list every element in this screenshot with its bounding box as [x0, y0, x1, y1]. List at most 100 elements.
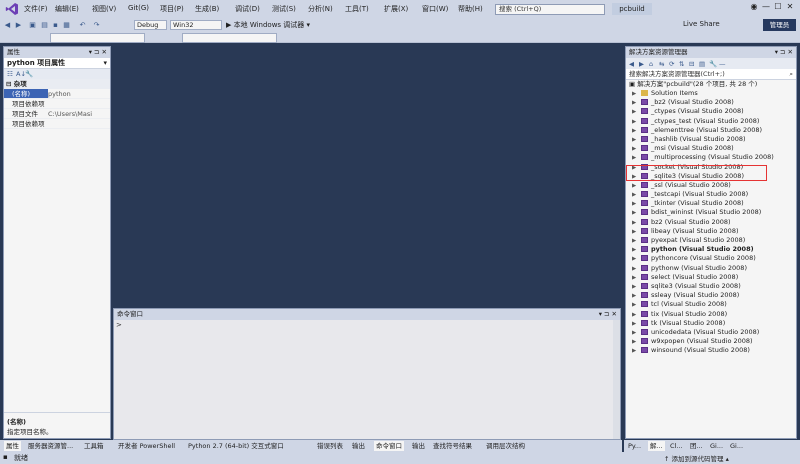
menu-extensions[interactable]: 扩展(X)	[384, 4, 408, 14]
menu-help[interactable]: 帮助(H)	[458, 4, 483, 14]
platform-select[interactable]: Win32	[170, 20, 222, 30]
tree-folder[interactable]: ▶ Solution Items	[626, 89, 796, 98]
back-icon[interactable]: ◀	[3, 21, 12, 30]
expand-arrow-icon[interactable]: ▶	[632, 219, 641, 227]
minimize-icon[interactable]: —	[760, 2, 772, 11]
pane-controls[interactable]: ▾ ⊐ ✕	[775, 47, 793, 58]
preview-icon[interactable]: —	[719, 60, 729, 68]
property-row[interactable]: 项目文件 C:\Users\Masi	[4, 109, 110, 119]
tree-project[interactable]: ▶ tix (Visual Studio 2008)	[626, 310, 796, 319]
back-icon[interactable]: ◀	[629, 60, 639, 68]
tab-git-repo[interactable]: Gi...	[728, 441, 745, 451]
chevron-down-icon[interactable]: ▾	[103, 58, 107, 69]
tab-class-view[interactable]: Cl...	[668, 441, 685, 451]
tab-error-list[interactable]: 错误列表	[315, 441, 345, 451]
sync-icon[interactable]: ⇅	[679, 60, 689, 68]
expand-arrow-icon[interactable]: ▶	[632, 338, 641, 346]
expand-arrow-icon[interactable]: ▶	[632, 329, 641, 337]
expand-arrow-icon[interactable]: ▶	[632, 283, 641, 291]
switch-views-icon[interactable]: ⇆	[659, 60, 669, 68]
expand-arrow-icon[interactable]: ▶	[632, 136, 641, 144]
tab-team[interactable]: 团...	[688, 441, 705, 451]
menu-analyze[interactable]: 分析(N)	[308, 4, 333, 14]
command-input-area[interactable]: >	[114, 320, 620, 439]
property-row[interactable]: 项目依赖项	[4, 119, 110, 129]
expand-arrow-icon[interactable]: ▶	[632, 154, 641, 162]
tree-project[interactable]: ▶ unicodedata (Visual Studio 2008)	[626, 328, 796, 337]
property-pages-icon[interactable]: 🔧	[25, 70, 34, 78]
tab-server-explorer[interactable]: 服务器资源管...	[26, 441, 75, 451]
solution-root[interactable]: ▣ 解决方案"pcbuild"(28 个项目, 共 28 个)	[626, 80, 796, 89]
tree-project[interactable]: ▶ _elementtree (Visual Studio 2008)	[626, 126, 796, 135]
property-value[interactable]	[48, 99, 110, 108]
tree-project[interactable]: ▶ libeay (Visual Studio 2008)	[626, 227, 796, 236]
expand-arrow-icon[interactable]: ▶	[632, 265, 641, 273]
tree-project[interactable]: ▶ select (Visual Studio 2008)	[626, 273, 796, 282]
tab-output[interactable]: 输出	[350, 441, 367, 451]
tree-project[interactable]: ▶ ssleay (Visual Studio 2008)	[626, 291, 796, 300]
pending-changes-icon[interactable]: ⟳	[669, 60, 679, 68]
expand-arrow-icon[interactable]: ▶	[632, 90, 641, 98]
property-row[interactable]: (名称) python	[4, 89, 110, 99]
pane-controls[interactable]: ▾ ⊐ ✕	[89, 47, 107, 58]
expand-arrow-icon[interactable]: ▶	[632, 228, 641, 236]
solution-search-input[interactable]: 搜索解决方案资源管理器(Ctrl+;) ⌕	[626, 69, 796, 80]
expand-arrow-icon[interactable]: ▶	[632, 301, 641, 309]
tree-project[interactable]: ▶ tcl (Visual Studio 2008)	[626, 300, 796, 309]
menu-view[interactable]: 视图(V)	[92, 4, 116, 14]
menu-build[interactable]: 生成(B)	[195, 4, 219, 14]
tab-python-env[interactable]: Py...	[626, 441, 643, 451]
categorized-icon[interactable]: ☷	[7, 70, 16, 78]
tab-output-2[interactable]: 输出	[410, 441, 427, 451]
tab-developer-powershell[interactable]: 开发者 PowerShell	[116, 441, 177, 451]
expand-arrow-icon[interactable]: ▶	[632, 145, 641, 153]
close-icon[interactable]: ✕	[784, 2, 796, 11]
menu-edit[interactable]: 编辑(E)	[55, 4, 79, 14]
collapse-all-icon[interactable]: ⊟	[689, 60, 699, 68]
tree-project[interactable]: ▶ _ssl (Visual Studio 2008)	[626, 181, 796, 190]
tree-project[interactable]: ▶ winsound (Visual Studio 2008)	[626, 346, 796, 355]
tree-project[interactable]: ▶ pyexpat (Visual Studio 2008)	[626, 236, 796, 245]
add-to-source-control-button[interactable]: ↑ 添加到源代码管理 ▴	[664, 453, 729, 463]
expand-arrow-icon[interactable]: ▶	[632, 347, 641, 355]
property-category[interactable]: ⊟ 杂项	[4, 79, 110, 89]
property-value[interactable]: C:\Users\Masi	[48, 109, 110, 118]
show-all-files-icon[interactable]: ▤	[699, 60, 709, 68]
expand-arrow-icon[interactable]: ▶	[632, 191, 641, 199]
tree-project[interactable]: ▶ _ctypes_test (Visual Studio 2008)	[626, 117, 796, 126]
expand-arrow-icon[interactable]: ▶	[632, 246, 641, 254]
toolbar-combo-2[interactable]	[182, 33, 277, 43]
home-icon[interactable]: ⌂	[649, 60, 659, 68]
tree-project[interactable]: ▶ pythonw (Visual Studio 2008)	[626, 264, 796, 273]
expand-arrow-icon[interactable]: ▶	[632, 108, 641, 116]
expand-arrow-icon[interactable]: ▶	[632, 292, 641, 300]
configuration-select[interactable]: Debug	[134, 20, 167, 30]
menu-project[interactable]: 项目(P)	[160, 4, 184, 14]
tree-project[interactable]: ▶ pythoncore (Visual Studio 2008)	[626, 254, 796, 263]
expand-arrow-icon[interactable]: ▶	[632, 209, 641, 217]
tab-command-window[interactable]: 命令窗口	[374, 441, 404, 451]
menu-git[interactable]: Git(G)	[128, 4, 149, 12]
live-share-button[interactable]: Live Share	[683, 20, 720, 28]
tree-project[interactable]: ▶ sqlite3 (Visual Studio 2008)	[626, 282, 796, 291]
alphabetical-icon[interactable]: A↓	[16, 70, 26, 78]
tab-solution-explorer[interactable]: 解...	[648, 441, 665, 451]
new-project-icon[interactable]: ▣	[28, 21, 37, 30]
tree-project[interactable]: ▶ _bz2 (Visual Studio 2008)	[626, 98, 796, 107]
expand-arrow-icon[interactable]: ▶	[632, 182, 641, 190]
tab-python-interactive[interactable]: Python 2.7 (64-bit) 交互式窗口	[186, 441, 286, 451]
save-all-icon[interactable]: ▦	[62, 21, 71, 30]
menu-debug[interactable]: 调试(D)	[235, 4, 260, 14]
maximize-icon[interactable]: ☐	[772, 2, 784, 11]
property-value[interactable]	[48, 119, 110, 128]
tab-find-symbol-results[interactable]: 查找符号结果	[431, 441, 474, 451]
tree-project[interactable]: ▶ bz2 (Visual Studio 2008)	[626, 218, 796, 227]
expand-arrow-icon[interactable]: ▶	[632, 311, 641, 319]
tree-project[interactable]: ▶ _hashlib (Visual Studio 2008)	[626, 135, 796, 144]
forward-icon[interactable]: ▶	[639, 60, 649, 68]
vertical-scrollbar[interactable]	[613, 320, 620, 439]
redo-icon[interactable]: ↷	[92, 21, 101, 30]
menu-tools[interactable]: 工具(T)	[345, 4, 369, 14]
open-icon[interactable]: ▤	[40, 21, 49, 30]
menu-file[interactable]: 文件(F)	[24, 4, 48, 14]
